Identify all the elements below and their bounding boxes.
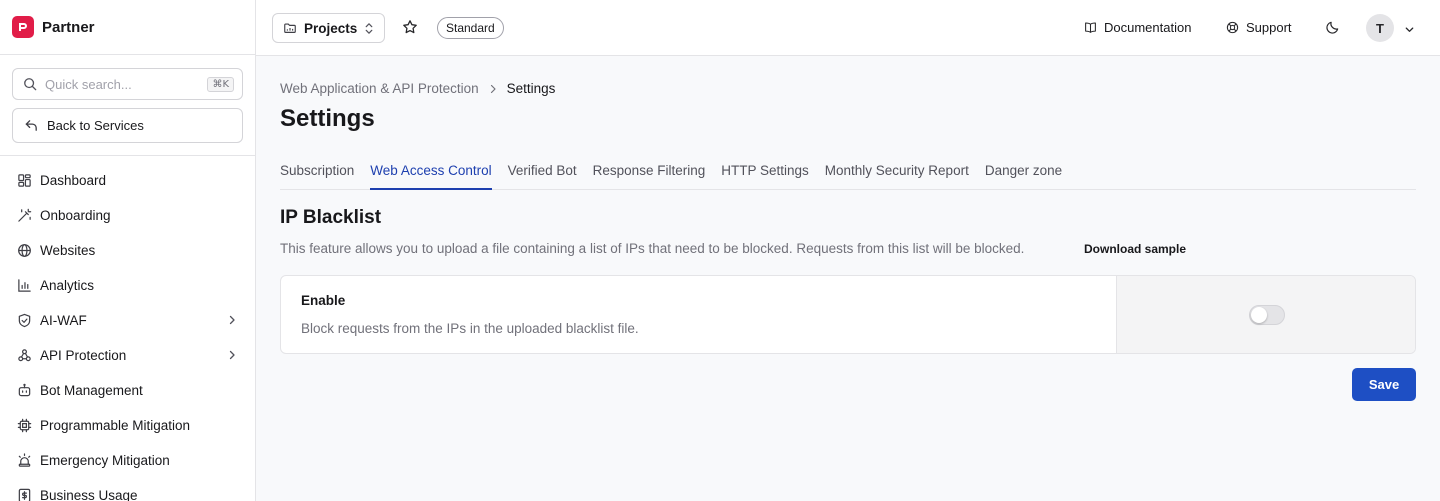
search-input[interactable] (45, 76, 195, 92)
section-description: This feature allows you to upload a file… (280, 241, 1025, 256)
dollar-icon (17, 488, 32, 501)
topbar: Projects Standard Documentation Support … (256, 0, 1440, 56)
back-to-services-button[interactable]: Back to Services (12, 108, 243, 143)
quick-search[interactable]: ⌘K (12, 68, 243, 100)
page-title: Settings (280, 105, 375, 132)
sidebar-item-label: API Protection (40, 348, 127, 363)
chevron-right-icon (487, 83, 499, 95)
wand-icon (17, 208, 32, 223)
tab-danger-zone[interactable]: Danger zone (985, 161, 1062, 190)
sidebar-item-api-protection[interactable]: API Protection (0, 338, 255, 373)
sidebar-item-label: Emergency Mitigation (40, 453, 170, 468)
documentation-link[interactable]: Documentation (1084, 20, 1191, 35)
chevron-down-icon[interactable] (1404, 22, 1415, 40)
sidebar-item-label: AI-WAF (40, 313, 87, 328)
sidebar-item-websites[interactable]: Websites (0, 233, 255, 268)
lifebuoy-icon (1226, 21, 1239, 34)
brand-name: Partner (42, 18, 95, 36)
tab-subscription[interactable]: Subscription (280, 161, 354, 190)
sidebar: Partner ⌘K Back to Services Dashboard On… (0, 0, 256, 501)
breadcrumb-parent[interactable]: Web Application & API Protection (280, 81, 479, 96)
book-open-icon (1085, 22, 1096, 33)
bar-chart-icon (17, 278, 32, 293)
plan-badge: Standard (437, 17, 504, 39)
sidebar-item-bot-management[interactable]: Bot Management (0, 373, 255, 408)
sidebar-item-emergency-mitigation[interactable]: Emergency Mitigation (0, 443, 255, 478)
sidebar-item-dashboard[interactable]: Dashboard (0, 163, 255, 198)
sidebar-item-label: Business Usage (40, 488, 138, 501)
moon-icon[interactable] (1325, 20, 1340, 40)
sidebar-divider (0, 155, 255, 156)
breadcrumb-current: Settings (506, 81, 556, 96)
tab-verified-bot[interactable]: Verified Bot (508, 161, 577, 190)
settings-tabs: Subscription Web Access Control Verified… (280, 161, 1416, 190)
section-title: IP Blacklist (280, 207, 382, 228)
sidebar-item-business-usage[interactable]: Business Usage (0, 478, 255, 501)
undo-arrow-icon (25, 120, 37, 131)
brand[interactable]: Partner (0, 0, 255, 55)
chevrons-up-down-icon (364, 22, 374, 38)
bot-icon (17, 383, 32, 398)
brand-logo-icon (12, 16, 34, 38)
toggle-knob (1251, 307, 1267, 323)
save-button[interactable]: Save (1352, 368, 1416, 401)
siren-icon (17, 453, 32, 468)
enable-label: Enable (301, 293, 346, 308)
tab-http-settings[interactable]: HTTP Settings (721, 161, 809, 190)
sidebar-item-label: Onboarding (40, 208, 111, 223)
back-to-services-label: Back to Services (47, 118, 144, 133)
enable-toggle[interactable] (1249, 305, 1285, 325)
tab-monthly-security-report[interactable]: Monthly Security Report (825, 161, 969, 190)
sidebar-item-label: Analytics (40, 278, 95, 293)
search-shortcut: ⌘K (207, 77, 234, 92)
sidebar-item-ai-waf[interactable]: AI-WAF (0, 303, 255, 338)
enable-control-cell (1116, 276, 1415, 353)
projects-label: Projects (304, 20, 358, 36)
sidebar-nav: Dashboard Onboarding Websites Analytics … (0, 163, 255, 501)
enable-description: Block requests from the IPs in the uploa… (301, 321, 639, 336)
star-icon[interactable] (402, 19, 418, 40)
sidebar-item-analytics[interactable]: Analytics (0, 268, 255, 303)
download-sample-link[interactable]: Download sample (1084, 242, 1186, 256)
shield-icon (17, 313, 32, 328)
cpu-icon (17, 418, 32, 433)
documentation-label: Documentation (1104, 20, 1192, 35)
chevron-right-icon (226, 349, 238, 364)
support-link[interactable]: Support (1226, 20, 1292, 35)
avatar[interactable]: T (1366, 14, 1394, 42)
sidebar-item-onboarding[interactable]: Onboarding (0, 198, 255, 233)
chevron-right-icon (226, 314, 238, 329)
sidebar-item-label: Dashboard (40, 173, 107, 188)
support-label: Support (1246, 20, 1292, 35)
projects-selector[interactable]: Projects (272, 13, 385, 43)
sidebar-item-label: Websites (40, 243, 96, 258)
sidebar-item-programmable-mitigation[interactable]: Programmable Mitigation (0, 408, 255, 443)
tab-web-access-control[interactable]: Web Access Control (370, 161, 492, 190)
dashboard-icon (17, 173, 32, 188)
folder-icon (284, 23, 296, 33)
sidebar-item-label: Programmable Mitigation (40, 418, 191, 433)
globe-icon (17, 243, 32, 258)
breadcrumb: Web Application & API Protection Setting… (280, 81, 555, 96)
tab-response-filtering[interactable]: Response Filtering (593, 161, 706, 190)
enable-setting-card: Enable Block requests from the IPs in th… (280, 275, 1416, 354)
search-icon (24, 78, 37, 91)
sidebar-item-label: Bot Management (40, 383, 143, 398)
webhook-icon (17, 348, 32, 363)
